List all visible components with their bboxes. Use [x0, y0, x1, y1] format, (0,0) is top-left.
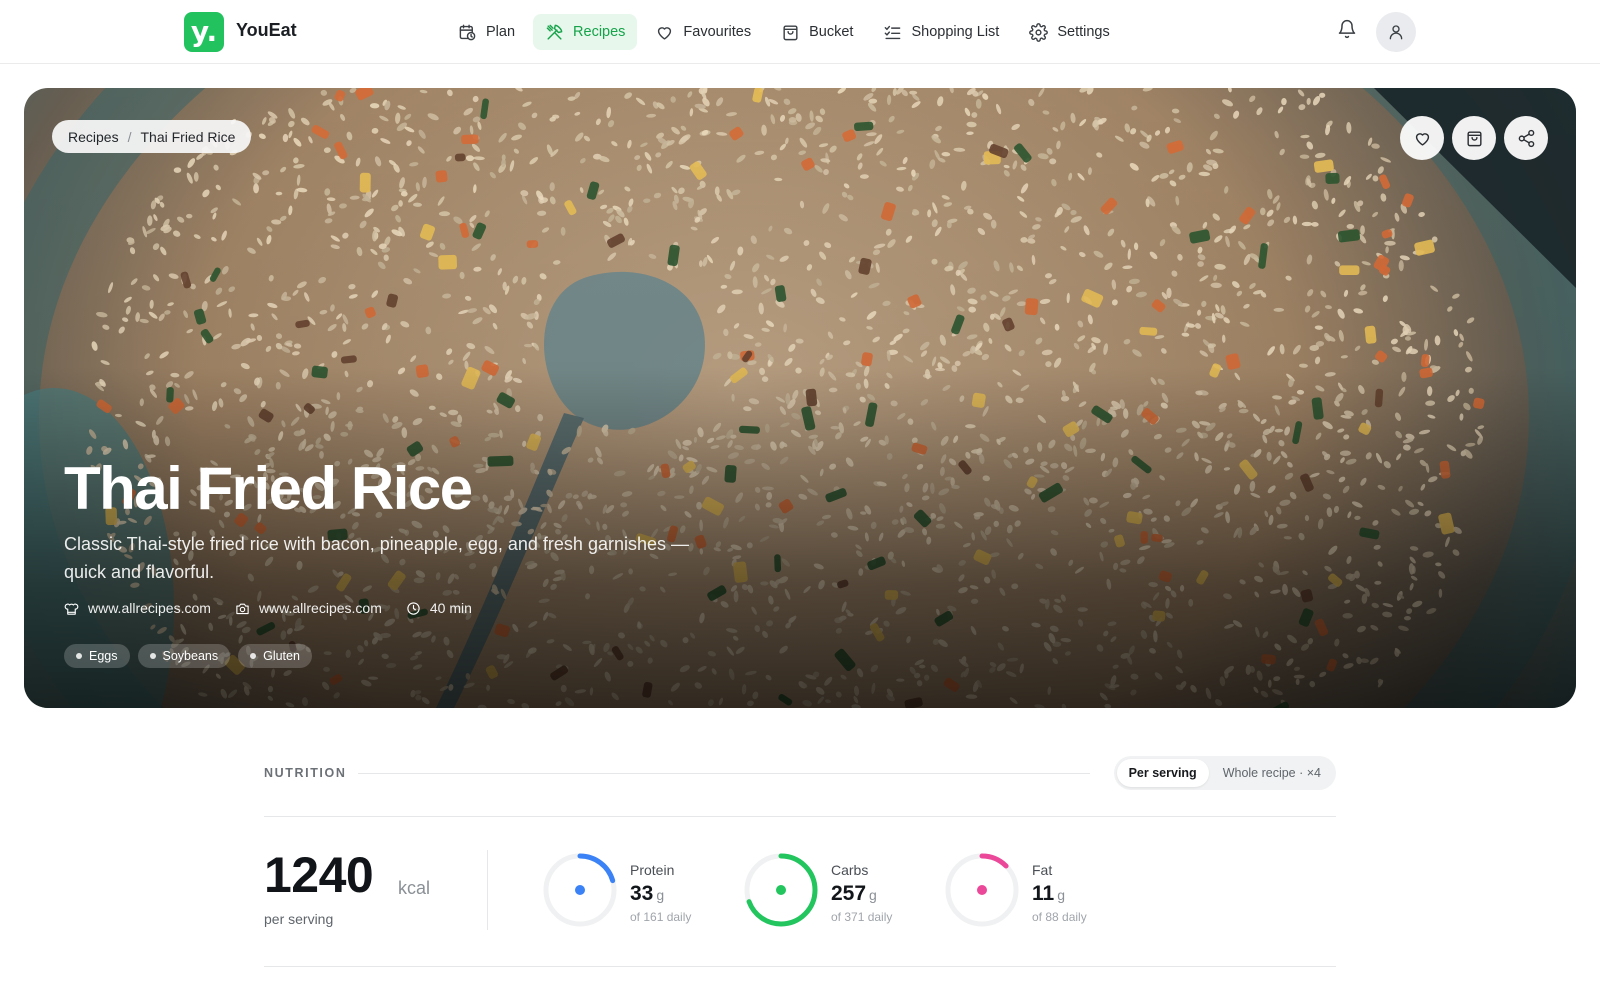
macro-name: Carbs: [831, 862, 869, 878]
nav-label: Shopping List: [911, 24, 1000, 40]
macro-unit: g: [656, 887, 665, 903]
recipe-source: www.allrecipes.com: [64, 600, 211, 616]
tag-dot: [76, 653, 82, 659]
allergen-label: Soybeans: [162, 649, 219, 663]
nav-label: Settings: [1057, 24, 1110, 40]
vertical-divider: [487, 850, 488, 930]
recipe-description: Classic Thai-style fried rice with bacon…: [64, 534, 689, 582]
user-avatar-button[interactable]: [1376, 12, 1416, 52]
main-nav: Plan Recipes Favourites Bucket Shopping …: [446, 14, 1122, 50]
carbs-progress-ring: [744, 853, 818, 927]
macro-number: 257: [831, 882, 867, 905]
nav-item-shopping-list[interactable]: Shopping List: [871, 14, 1011, 50]
serving-toggle: Per serving Whole recipe · ×4: [1113, 756, 1336, 790]
nav-label: Bucket: [809, 24, 854, 40]
per-serving-toggle[interactable]: Per serving: [1116, 759, 1209, 787]
breadcrumb-current: Thai Fried Rice: [140, 128, 236, 145]
divider: [264, 816, 1336, 817]
fat-progress-ring: [945, 853, 1019, 927]
nav-label: Plan: [486, 24, 516, 40]
calories-unit: kcal: [398, 878, 431, 898]
recipe-photo-credit: www.allrecipes.com: [235, 600, 382, 616]
heart-icon: [1415, 132, 1429, 146]
recipe-time: 40 min: [406, 600, 472, 616]
macro-number: 33: [630, 882, 654, 905]
allergen-tags: Eggs Soybeans Gluten: [64, 644, 312, 668]
gear-icon: [1029, 22, 1049, 42]
divider: [264, 966, 1336, 967]
clock-icon: [407, 601, 420, 615]
shopping-bag-icon: [1466, 130, 1482, 146]
macro-daily: of 371 daily: [831, 910, 893, 924]
calories-value: 1240: [264, 847, 374, 903]
macro-name: Protein: [630, 862, 675, 878]
ring-center-dot: [977, 885, 987, 895]
nav-item-plan[interactable]: Plan: [446, 14, 527, 50]
macro-unit: g: [869, 887, 877, 903]
macro-unit: g: [1057, 887, 1065, 903]
recipe-hero: Recipes / Thai Fried Rice Thai Fried Ric…: [24, 88, 1576, 708]
breadcrumb-link-recipes[interactable]: Recipes: [68, 129, 119, 145]
tag-dot: [149, 653, 156, 659]
whole-recipe-toggle[interactable]: Whole recipe · ×4: [1211, 759, 1333, 787]
share-button[interactable]: [1504, 116, 1548, 160]
nutrition-header: NUTRITION Per serving Whole recipe · ×4: [264, 756, 1336, 790]
allergen-label: Eggs: [89, 649, 118, 663]
macro-value: 257 g: [831, 882, 877, 906]
bell-icon: [1338, 19, 1356, 39]
ring-center-dot: [776, 885, 786, 895]
nav-item-favourites[interactable]: Favourites: [643, 14, 763, 50]
macro-name: Fat: [1032, 862, 1053, 878]
brand-name[interactable]: YouEat: [236, 20, 297, 41]
breadcrumb: Recipes / Thai Fried Rice: [52, 120, 252, 153]
nav-label: Recipes: [573, 24, 626, 40]
recipe-time-value: 40 min: [429, 600, 472, 616]
hero-actions: [1400, 116, 1548, 160]
shopping-bag-icon: [783, 24, 798, 40]
allergen-tag-eggs: Eggs: [64, 644, 130, 668]
add-to-bucket-button[interactable]: [1452, 116, 1496, 160]
notifications-button[interactable]: [1337, 19, 1361, 43]
nav-item-bucket[interactable]: Bucket: [769, 14, 865, 50]
breadcrumb-separator: /: [127, 128, 132, 145]
recipe-title: Thai Fried Rice: [64, 455, 473, 522]
nav-item-settings[interactable]: Settings: [1017, 14, 1121, 50]
macro-value: 11 g: [1032, 882, 1065, 906]
app-logo[interactable]: y.: [184, 12, 224, 52]
list-checks-icon: [885, 25, 901, 39]
ring-center-dot: [575, 885, 585, 895]
divider: [358, 773, 1090, 774]
recipe-source-link[interactable]: www.allrecipes.com: [88, 600, 211, 616]
user-icon: [1389, 25, 1403, 40]
macro-value: 33 g: [630, 882, 664, 906]
protein-progress-ring: [543, 853, 617, 927]
allergen-tag-gluten: Gluten: [238, 644, 312, 668]
share-icon: [1518, 129, 1534, 147]
macro-daily: of 161 daily: [630, 910, 692, 924]
nutrition-heading: NUTRITION: [264, 766, 347, 780]
heart-icon: [658, 26, 672, 40]
camera-icon: [236, 603, 249, 614]
logo-glyph: y.: [190, 15, 218, 48]
macro-daily: of 88 daily: [1032, 910, 1087, 924]
calories-subtitle: per serving: [264, 911, 334, 927]
allergen-label: Gluten: [263, 649, 300, 663]
chef-hat-icon: [64, 603, 79, 615]
utensils-icon: [546, 24, 563, 40]
top-navbar: y. YouEat Plan Recipes Favourites Bucket…: [0, 0, 1600, 64]
macro-number: 11: [1032, 882, 1055, 905]
nav-label: Favourites: [683, 24, 752, 40]
favourite-button[interactable]: [1400, 116, 1444, 160]
tag-dot: [250, 653, 257, 659]
allergen-tag-soybeans: Soybeans: [137, 644, 231, 668]
recipe-meta: www.allrecipes.com www.allrecipes.com 40…: [64, 600, 472, 616]
photo-credit-link[interactable]: www.allrecipes.com: [259, 600, 382, 616]
calendar-clock-icon: [459, 24, 476, 40]
nav-item-recipes[interactable]: Recipes: [533, 14, 638, 50]
